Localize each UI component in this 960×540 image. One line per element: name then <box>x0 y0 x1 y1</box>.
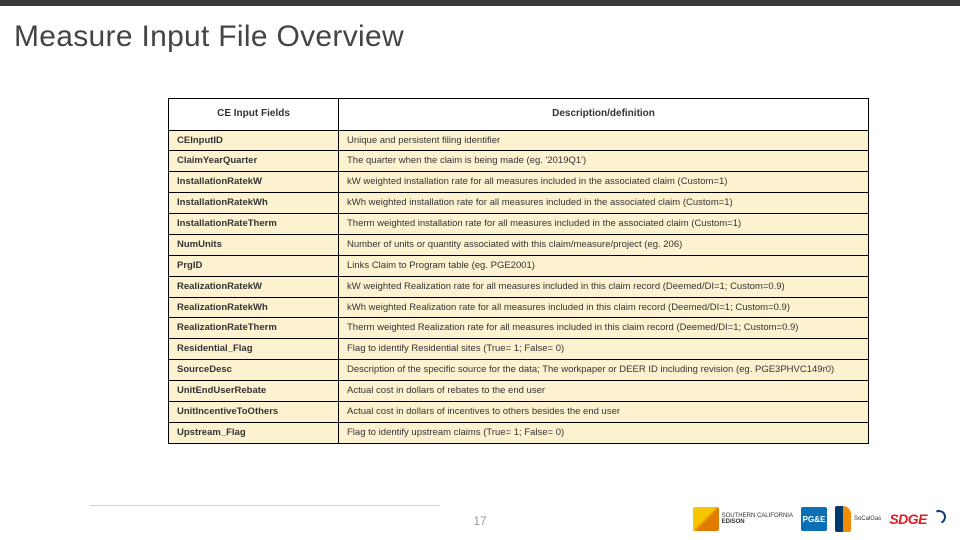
field-desc: Flag to identify upstream claims (True= … <box>339 422 869 443</box>
field-name: CEInputID <box>169 130 339 151</box>
field-name: RealizationRateTherm <box>169 318 339 339</box>
field-desc: kWh weighted installation rate for all m… <box>339 193 869 214</box>
table-row: UnitIncentiveToOthersActual cost in doll… <box>169 401 869 422</box>
field-name: InstallationRatekWh <box>169 193 339 214</box>
top-accent-bar <box>0 0 960 6</box>
table-row: CEInputIDUnique and persistent filing id… <box>169 130 869 151</box>
field-desc: The quarter when the claim is being made… <box>339 151 869 172</box>
field-desc: Therm weighted Realization rate for all … <box>339 318 869 339</box>
sdge-arc-icon <box>930 508 948 526</box>
field-desc: kW weighted installation rate for all me… <box>339 172 869 193</box>
footer-divider <box>90 505 440 506</box>
table-row: InstallationRatekWkW weighted installati… <box>169 172 869 193</box>
field-name: PrgID <box>169 255 339 276</box>
col-header-desc: Description/definition <box>339 99 869 131</box>
field-name: InstallationRatekW <box>169 172 339 193</box>
field-desc: Links Claim to Program table (eg. PGE200… <box>339 255 869 276</box>
table-row: SourceDescDescription of the specific so… <box>169 360 869 381</box>
socalgas-logo-icon <box>835 506 851 532</box>
table-row: ClaimYearQuarterThe quarter when the cla… <box>169 151 869 172</box>
pge-logo: PG&E <box>801 507 827 531</box>
field-name: Upstream_Flag <box>169 422 339 443</box>
sce-logo-text: SOUTHERN CALIFORNIAEDISON <box>722 513 793 525</box>
field-name: NumUnits <box>169 234 339 255</box>
field-name: RealizationRatekWh <box>169 297 339 318</box>
table-row: Residential_FlagFlag to identify Residen… <box>169 339 869 360</box>
field-name: RealizationRatekW <box>169 276 339 297</box>
field-desc: kWh weighted Realization rate for all me… <box>339 297 869 318</box>
field-name: UnitIncentiveToOthers <box>169 401 339 422</box>
sdge-logo-text: SDGE <box>889 511 927 527</box>
fields-table: CE Input Fields Description/definition C… <box>168 98 869 444</box>
field-desc: Flag to identify Residential sites (True… <box>339 339 869 360</box>
field-desc: Unique and persistent filing identifier <box>339 130 869 151</box>
table-header-row: CE Input Fields Description/definition <box>169 99 869 131</box>
sce-logo: SOUTHERN CALIFORNIAEDISON <box>693 507 793 531</box>
field-desc: kW weighted Realization rate for all mea… <box>339 276 869 297</box>
sce-logo-icon <box>693 507 719 531</box>
table-row: RealizationRateThermTherm weighted Reali… <box>169 318 869 339</box>
field-desc: Number of units or quantity associated w… <box>339 234 869 255</box>
page-title: Measure Input File Overview <box>14 20 404 54</box>
table-row: InstallationRateThermTherm weighted inst… <box>169 214 869 235</box>
field-name: Residential_Flag <box>169 339 339 360</box>
socalgas-logo: SoCalGas <box>835 506 881 532</box>
field-desc: Therm weighted installation rate for all… <box>339 214 869 235</box>
table-row: NumUnitsNumber of units or quantity asso… <box>169 234 869 255</box>
table-row: PrgIDLinks Claim to Program table (eg. P… <box>169 255 869 276</box>
table-row: UnitEndUserRebateActual cost in dollars … <box>169 381 869 402</box>
field-desc: Description of the specific source for t… <box>339 360 869 381</box>
table-row: Upstream_FlagFlag to identify upstream c… <box>169 422 869 443</box>
field-desc: Actual cost in dollars of incentives to … <box>339 401 869 422</box>
footer-logos: SOUTHERN CALIFORNIAEDISON PG&E SoCalGas … <box>693 506 946 532</box>
pge-logo-icon: PG&E <box>801 507 827 531</box>
field-name: UnitEndUserRebate <box>169 381 339 402</box>
field-name: InstallationRateTherm <box>169 214 339 235</box>
field-name: ClaimYearQuarter <box>169 151 339 172</box>
sdge-logo: SDGE <box>889 511 946 527</box>
table-row: InstallationRatekWhkWh weighted installa… <box>169 193 869 214</box>
fields-table-container: CE Input Fields Description/definition C… <box>168 98 868 444</box>
field-desc: Actual cost in dollars of rebates to the… <box>339 381 869 402</box>
field-name: SourceDesc <box>169 360 339 381</box>
col-header-field: CE Input Fields <box>169 99 339 131</box>
table-row: RealizationRatekWkW weighted Realization… <box>169 276 869 297</box>
table-row: RealizationRatekWhkWh weighted Realizati… <box>169 297 869 318</box>
socalgas-logo-text: SoCalGas <box>854 516 881 522</box>
